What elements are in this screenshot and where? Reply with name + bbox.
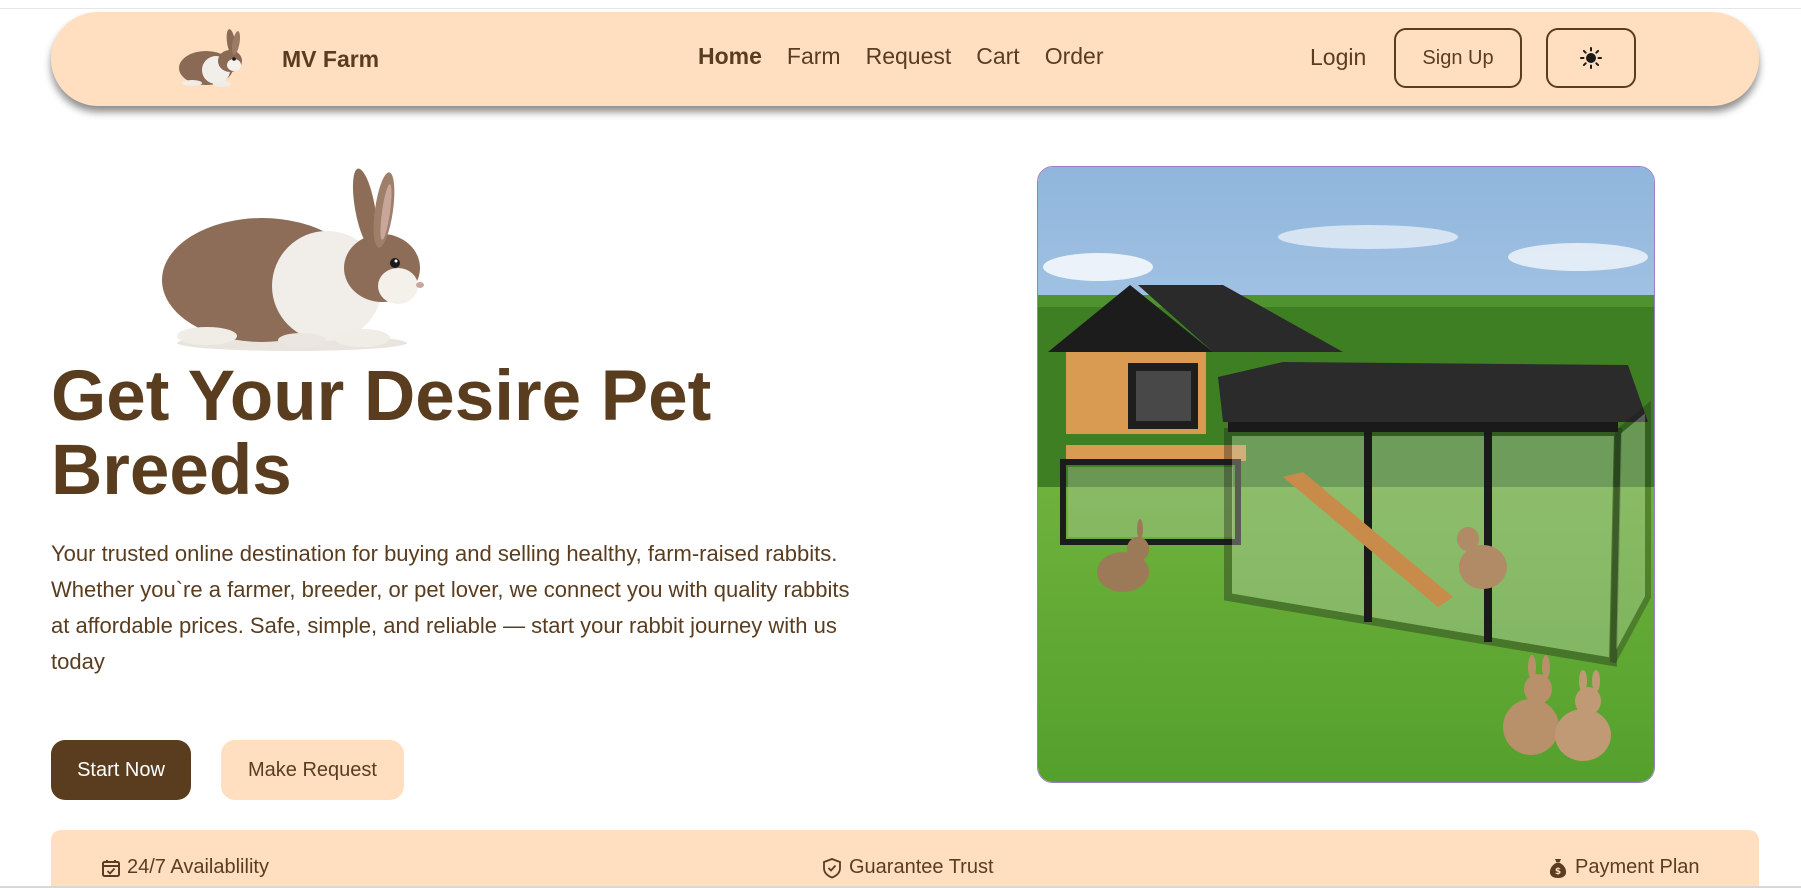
nav-link-home[interactable]: Home xyxy=(698,43,762,70)
feature-availability: 24/7 Availablility xyxy=(101,856,269,879)
hero-title: Get Your Desire Pet Breeds xyxy=(51,357,712,510)
svg-text:$: $ xyxy=(1555,867,1561,877)
brand-name: MV Farm xyxy=(282,45,380,72)
nav-link-request[interactable]: Request xyxy=(866,43,952,70)
start-now-button[interactable]: Start Now xyxy=(51,740,191,800)
sun-icon xyxy=(1580,47,1602,69)
make-request-button[interactable]: Make Request xyxy=(221,740,404,800)
nav-link-order[interactable]: Order xyxy=(1045,43,1104,70)
navbar: MV Farm Home Farm Request Cart Order Log… xyxy=(51,12,1759,106)
hero-hutch-image xyxy=(1037,166,1655,783)
feature-trust-label: Guarantee Trust xyxy=(849,856,994,878)
feature-availability-label: 24/7 Availablility xyxy=(127,856,269,878)
login-link[interactable]: Login xyxy=(1310,44,1366,71)
nav-link-cart[interactable]: Cart xyxy=(976,43,1019,70)
top-border xyxy=(0,8,1801,9)
nav-link-farm[interactable]: Farm xyxy=(787,43,841,70)
signup-button[interactable]: Sign Up xyxy=(1394,28,1522,88)
feature-payment-label: Payment Plan xyxy=(1575,856,1700,878)
calendar-check-icon xyxy=(102,859,120,877)
money-bag-icon: $ xyxy=(1549,858,1567,878)
hero-rabbit-image xyxy=(162,168,424,351)
feature-payment: $ Payment Plan xyxy=(1547,856,1700,879)
theme-toggle-button[interactable] xyxy=(1546,28,1636,88)
nav-links: Home Farm Request Cart Order xyxy=(698,43,1129,70)
shield-check-icon xyxy=(823,857,841,878)
brand[interactable]: MV Farm xyxy=(172,28,379,90)
features-bar: 24/7 Availablility Guarantee Trust $ Pay… xyxy=(51,830,1759,888)
hero-description: Your trusted online destination for buyi… xyxy=(51,541,850,674)
rabbit-logo-icon xyxy=(179,29,242,87)
feature-trust: Guarantee Trust xyxy=(821,856,994,879)
